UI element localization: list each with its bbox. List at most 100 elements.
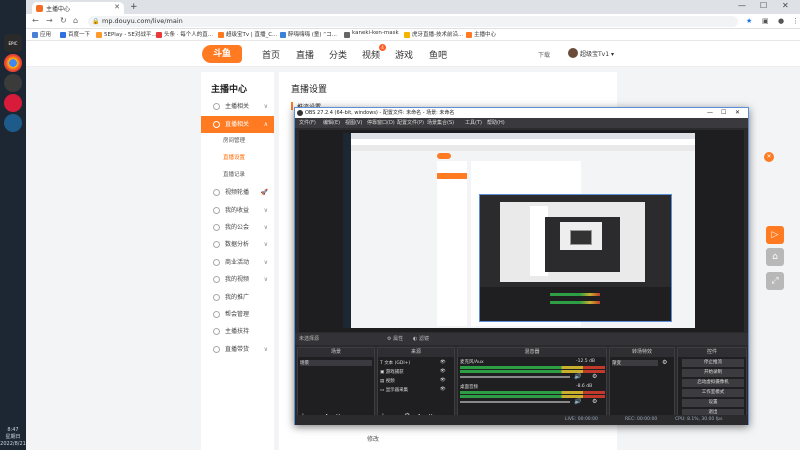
bookmark-item[interactable]: 超级宝Tv | 直播_C... <box>218 30 277 38</box>
sidebar-item-video-carousel[interactable]: 视频轮播 🚀 <box>201 184 274 201</box>
bookmark-item[interactable]: 应用 <box>32 30 51 38</box>
obs-window[interactable]: OBS 27.2.4 (64-bit, windows) - 配置文件: 未命名… <box>294 107 749 425</box>
nav-video[interactable]: 视频 4 <box>362 44 387 61</box>
bookmark-star-icon[interactable]: ★ <box>746 17 752 25</box>
home-icon[interactable]: ⌂ <box>73 16 78 25</box>
source-item[interactable]: ▤ 视频 👁 <box>380 378 446 384</box>
properties-button[interactable]: ⚙ 属性 <box>387 333 403 345</box>
obs-preview[interactable] <box>299 130 744 332</box>
sidebar-item-clan[interactable]: 帮会管理 <box>201 306 274 323</box>
filters-button[interactable]: ◐ 滤镜 <box>413 333 429 345</box>
stop-streaming-button[interactable]: 停止推流 <box>682 359 744 367</box>
obs-menu-help[interactable]: 帮助(H) <box>487 118 505 128</box>
nav-video-label: 视频 <box>362 51 381 61</box>
app-icon-red[interactable] <box>4 94 22 112</box>
obs-menu-docks[interactable]: 停靠窗口(D) <box>367 118 395 128</box>
preview-logo <box>437 153 451 159</box>
sidebar-item-promotion[interactable]: 我的推广 <box>201 289 274 306</box>
obs-titlebar[interactable]: OBS 27.2.4 (64-bit, windows) - 配置文件: 未命名… <box>295 108 748 118</box>
home-float-icon[interactable]: ⌂ <box>766 248 784 266</box>
obs-maximize-icon[interactable]: ☐ <box>721 108 726 118</box>
speaker-icon[interactable]: 🔊 <box>574 373 581 380</box>
bookmark-item[interactable]: 主播中心 <box>466 30 496 38</box>
close-badge-icon[interactable]: ✕ <box>764 152 774 162</box>
bookmark-item[interactable]: 头条 · 每个人的直... <box>156 30 213 38</box>
bookmark-item[interactable]: 百度一下 <box>60 30 90 38</box>
source-label: 游戏捕获 <box>385 370 404 375</box>
speaker-icon[interactable]: 🔊 <box>574 398 581 405</box>
visibility-icon[interactable]: 👁 <box>440 387 446 392</box>
scene-item[interactable]: 场景 <box>300 360 372 366</box>
visibility-icon[interactable]: 👁 <box>440 378 446 383</box>
chrome-icon[interactable] <box>4 54 22 72</box>
back-icon[interactable]: ← <box>32 16 39 25</box>
nav-games[interactable]: 游戏 <box>395 48 413 61</box>
volume-slider[interactable] <box>460 401 570 403</box>
visibility-icon[interactable]: 👁 <box>440 360 446 365</box>
minimize-icon[interactable]: — <box>738 1 746 10</box>
sidebar-item-income[interactable]: 我的收益 ∨ <box>201 202 274 219</box>
obs-menu-edit[interactable]: 编辑(E) <box>323 118 340 128</box>
transition-gear-icon[interactable]: ⚙ <box>662 359 667 366</box>
new-tab-icon[interactable]: + <box>130 2 138 12</box>
source-item[interactable]: ▭ 显示器采集 👁 <box>380 387 446 393</box>
settings-button[interactable]: 设置 <box>682 399 744 407</box>
obs-menu-tools[interactable]: 工具(T) <box>465 118 482 128</box>
obs-menu-view[interactable]: 视图(V) <box>345 118 362 128</box>
nav-fishbar[interactable]: 鱼吧 <box>429 48 447 61</box>
menu-kebab-icon[interactable]: ⋮ <box>792 17 799 25</box>
browser-tab[interactable]: 主播中心 ✕ <box>32 2 124 14</box>
mixer-gear-icon[interactable]: ⚙ <box>592 373 597 380</box>
profile-icon[interactable]: ● <box>778 17 784 25</box>
nav-home[interactable]: 首页 <box>262 48 280 61</box>
bookmark-item[interactable]: 5EPlay - 5E对战平... <box>96 30 157 38</box>
app-icon-blue[interactable] <box>4 114 22 132</box>
reload-icon[interactable]: ↻ <box>60 16 67 25</box>
transition-select[interactable]: 渐变 <box>612 360 658 366</box>
volume-slider[interactable] <box>460 376 570 378</box>
source-item[interactable]: ▣ 游戏捕获 👁 <box>380 369 446 375</box>
start-recording-button[interactable]: 开始录制 <box>682 369 744 377</box>
sidebar-sub-room[interactable]: 房间管理 <box>201 133 274 150</box>
maximize-icon[interactable]: ☐ <box>760 1 767 10</box>
douyu-logo[interactable]: 斗鱼 <box>202 45 242 63</box>
app-icon-dark[interactable] <box>4 74 22 92</box>
close-window-icon[interactable]: ✕ <box>782 1 789 10</box>
visibility-icon[interactable]: 👁 <box>440 369 446 374</box>
sidebar-item-support[interactable]: 主播扶持 <box>201 323 274 340</box>
bookmark-item[interactable]: kaneki-ken-mask <box>344 30 399 38</box>
download-link[interactable]: 下载 <box>538 50 550 59</box>
source-item[interactable]: T 文本 (GDI+) 👁 <box>380 360 446 366</box>
sidebar-item-anchor[interactable]: 主播相关 ∨ <box>201 98 274 115</box>
edit-link[interactable]: 修改 <box>367 434 379 443</box>
url-bar[interactable]: 🔒 mp.douyu.com/live/main <box>88 16 738 27</box>
mixer-gear-icon[interactable]: ⚙ <box>592 398 597 405</box>
sidebar-item-analytics[interactable]: 数据分析 ∨ <box>201 236 274 253</box>
obs-menu-scene-collection[interactable]: 场景集合(S) <box>427 118 454 128</box>
extension-icon[interactable]: ▣ <box>762 17 769 25</box>
obs-minimize-icon[interactable]: — <box>707 108 713 118</box>
sidebar-item-my-videos[interactable]: 我的视频 ∨ <box>201 271 274 288</box>
nav-live[interactable]: 直播 <box>296 48 314 61</box>
user-menu[interactable]: 超级宝Tv1 ▾ <box>568 48 614 58</box>
sidebar-sub-settings[interactable]: 直播设置 <box>201 150 274 167</box>
sidebar-item-commerce[interactable]: 直播带货 ∨ <box>201 341 274 358</box>
share-float-icon[interactable]: ⤢ <box>766 272 784 290</box>
bookmark-item[interactable]: 虎牙直播-技术前沿... <box>404 30 463 38</box>
epic-games-icon[interactable]: EPIC <box>4 34 22 52</box>
obs-menu-file[interactable]: 文件(F) <box>299 118 316 128</box>
sidebar-item-live[interactable]: 直播相关 ∧ <box>201 116 274 133</box>
obs-close-icon[interactable]: ✕ <box>735 108 740 118</box>
forward-icon[interactable]: → <box>46 16 53 25</box>
play-float-icon[interactable]: ▷ <box>766 226 784 244</box>
system-clock[interactable]: 8:47 星期日 2022/8/21 <box>0 427 26 448</box>
sidebar-item-business[interactable]: 商业活动 ∨ <box>201 254 274 271</box>
virtual-camera-button[interactable]: 启动虚拟摄像机 <box>682 379 744 387</box>
tab-close-icon[interactable]: ✕ <box>114 3 120 11</box>
sidebar-sub-records[interactable]: 直播记录 <box>201 167 274 184</box>
obs-menu-profile[interactable]: 配置文件(P) <box>397 118 424 128</box>
sidebar-item-guild[interactable]: 我的公会 ∨ <box>201 219 274 236</box>
nav-category[interactable]: 分类 <box>329 48 347 61</box>
bookmark-item[interactable]: 醉嗨嗨嗨 (童) “コ... <box>280 30 337 38</box>
studio-mode-button[interactable]: 工作室模式 <box>682 389 744 397</box>
